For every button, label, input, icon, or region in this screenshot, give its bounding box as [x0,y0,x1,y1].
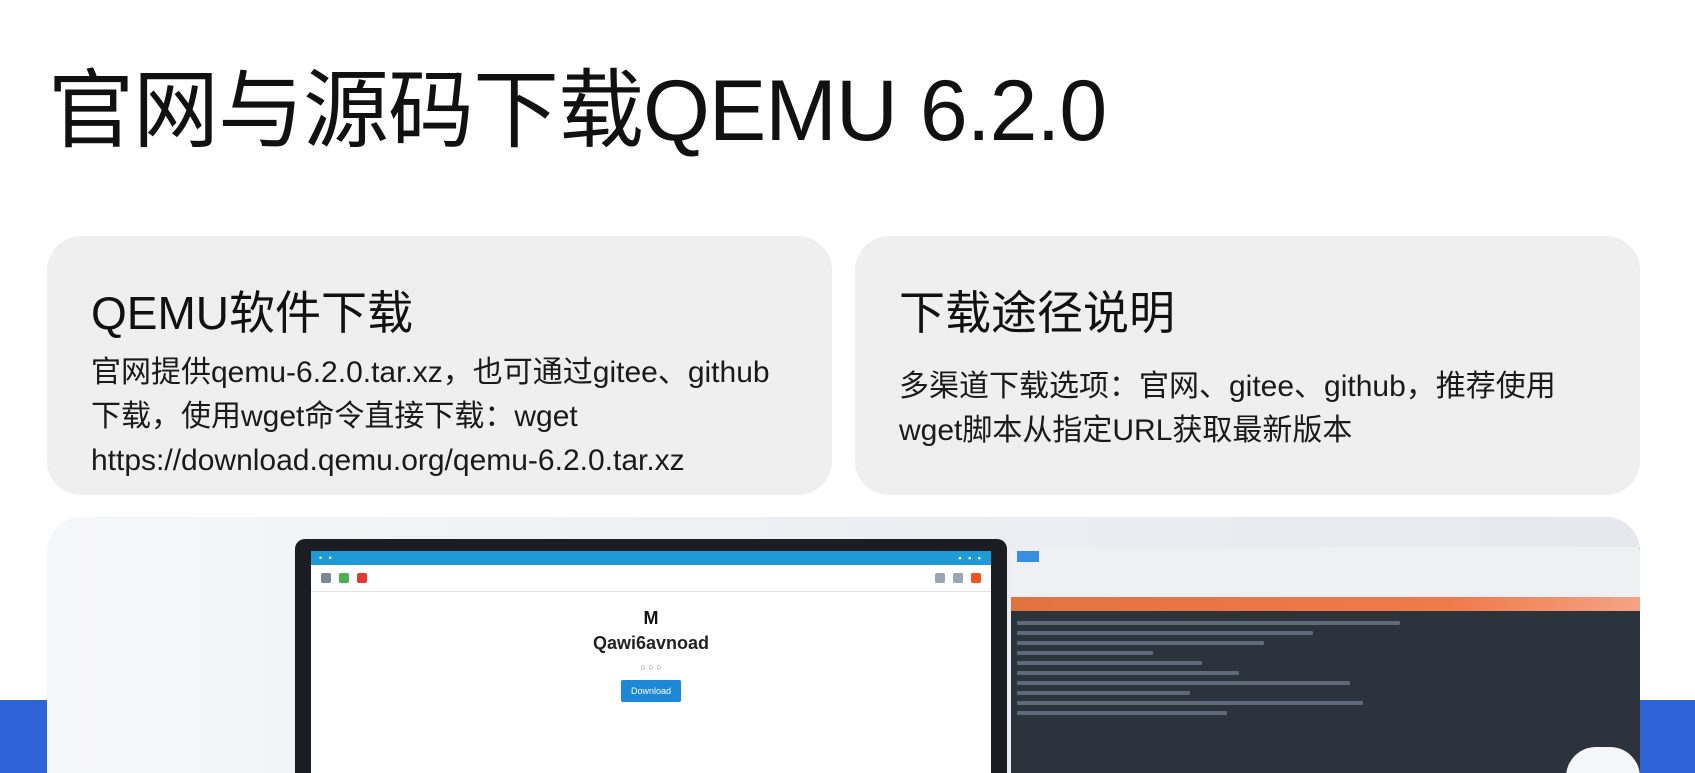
window-controls-icon: ▪ ▪ ▪ [958,553,983,563]
terminal-banner [1011,597,1640,611]
laptop-illustration: • • ▪ ▪ ▪ M Qawi6avnoad ○ ○ ○ Download [295,539,1007,773]
robot-icon [1566,747,1640,773]
card-body: 多渠道下载选项：官网、gitee、github，推荐使用wget脚本从指定URL… [899,370,1556,448]
qemu-download-card: QEMU软件下载 官网提供qemu-6.2.0.tar.xz，也可通过gitee… [47,236,832,495]
card-title: QEMU软件下载 [91,287,413,339]
terminal-line [1017,681,1351,685]
terminal-line [1017,621,1400,625]
browser-title-bar: • • ▪ ▪ ▪ [311,551,991,565]
terminal-line [1017,691,1190,695]
card-body: 官网提供qemu-6.2.0.tar.xz，也可通过gitee、github下载… [91,356,770,478]
home-icon [339,573,349,583]
page-title: 官网与源码下载QEMU 6.2.0 [48,63,1107,159]
hero-photo: • • ▪ ▪ ▪ M Qawi6avnoad ○ ○ ○ Download [47,517,1640,773]
extension-icon [971,573,981,583]
terminal-header [1011,547,1640,597]
download-channels-card: 下载途径说明 多渠道下载选项：官网、gitee、github，推荐使用wget脚… [855,236,1640,495]
terminal-output [1011,611,1640,725]
terminal-line [1017,631,1314,635]
browser-menu-icon: • • [319,553,334,563]
terminal-illustration [1011,547,1640,773]
terminal-line [1017,671,1240,675]
site-logo: M [643,608,659,628]
card-title: 下载途径说明 [899,287,1175,339]
site-links: ○ ○ ○ [640,662,662,672]
terminal-line [1017,651,1153,655]
terminal-tab [1017,551,1040,562]
settings-icon [953,573,963,583]
terminal-line [1017,711,1227,715]
terminal-line [1017,661,1203,665]
terminal-line [1017,641,1264,645]
back-icon [321,573,331,583]
terminal-line [1017,701,1363,705]
laptop-screen: • • ▪ ▪ ▪ M Qawi6avnoad ○ ○ ○ Download [311,551,991,773]
bookmark-icon [935,573,945,583]
download-page-content: M Qawi6avnoad ○ ○ ○ Download [311,592,991,702]
browser-toolbar [311,565,991,592]
download-button: Download [620,680,682,702]
reload-icon [357,573,367,583]
site-heading: Qawi6avnoad [592,633,710,653]
